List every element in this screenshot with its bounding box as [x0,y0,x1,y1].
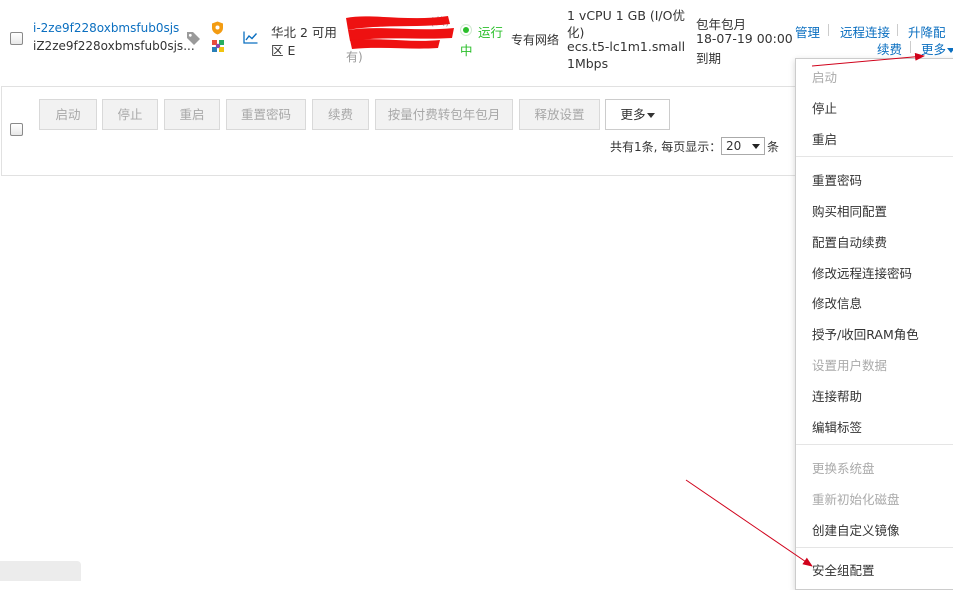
menu-item-edit-tags[interactable]: 编辑标签 [812,417,862,436]
menu-item-reset-password[interactable]: 重置密码 [812,170,862,189]
monitoring-chart-icon[interactable] [243,31,258,44]
more-actions-menu: 启动 停止 重启 重置密码 购买相同配置 配置自动续费 修改远程连接密码 修改信… [795,58,953,590]
menu-item-stop[interactable]: 停止 [812,98,837,117]
select-all-checkbox[interactable] [10,123,23,136]
menu-item-custom-image[interactable]: 创建自定义镜像 [812,520,900,539]
renew-link[interactable]: 续费 [877,39,902,58]
annotation-arrow-to-security-group [685,479,813,567]
menu-item-ram-role[interactable]: 授予/收回RAM角色 [812,324,919,343]
batch-release-button[interactable]: 释放设置 [519,99,600,130]
spec-line-3: ecs.t5-lc1m1.small [567,39,686,54]
menu-item-restart[interactable]: 重启 [812,129,837,148]
menu-item-user-data[interactable]: 设置用户数据 [812,355,887,374]
zone-text-1: 华北 2 可用 [271,25,337,40]
tag-icon[interactable] [186,31,201,46]
row-checkbox[interactable] [10,32,23,45]
spec-line-1: 1 vCPU 1 GB (I/O优 [567,8,685,23]
batch-stop-button[interactable]: 停止 [102,99,158,130]
menu-separator [796,156,953,157]
batch-reset-password-button[interactable]: 重置密码 [226,99,306,130]
batch-convert-billing-button[interactable]: 按量付费转包年包月 [375,99,513,130]
batch-more-button[interactable]: 更多 [605,99,670,130]
batch-more-label: 更多 [620,107,646,122]
manage-link[interactable]: 管理 [795,22,820,41]
page-size-select[interactable]: 20 [721,137,765,155]
page-size-value: 20 [726,139,742,153]
status-text-2: 中 [460,43,473,58]
batch-restart-button[interactable]: 重启 [164,99,220,130]
menu-separator [796,547,953,548]
security-shield-icon [212,21,223,35]
expire-date: 18-07-19 00:00 [696,31,793,46]
menu-item-connect-help[interactable]: 连接帮助 [812,386,862,405]
expire-label: 到期 [696,51,722,66]
menu-item-remote-password[interactable]: 修改远程连接密码 [812,263,912,282]
menu-item-reinit-disk[interactable]: 重新初始化磁盘 [812,489,900,508]
status-text-1: 运行 [478,25,504,40]
pagination-unit: 条 [767,140,780,154]
batch-renew-button[interactable]: 续费 [312,99,369,130]
menu-item-start[interactable]: 启动 [812,67,837,86]
instance-name: iZ2ze9f228oxbmsfub0sjs... [33,39,195,53]
chevron-down-icon [752,144,760,149]
chevron-down-icon [947,48,953,53]
panel-left-border [1,87,2,176]
network-type: 专有网络 [511,33,560,47]
menu-item-auto-renew[interactable]: 配置自动续费 [812,232,887,251]
status-running-dot [460,24,472,36]
action-divider [897,24,898,36]
menu-item-modify-info[interactable]: 修改信息 [812,293,862,312]
instance-id-link[interactable]: i-2ze9f228oxbmsfub0sjs [33,21,179,35]
menu-item-security-group[interactable]: 安全组配置 [812,560,875,579]
more-link-label: 更多 [921,42,947,57]
redaction-mark [346,16,454,49]
zone-text-2: 区 E [271,43,296,58]
menu-separator [796,444,953,445]
pagination-summary: 共有1条, 每页显示： [610,140,722,154]
menu-item-buy-same[interactable]: 购买相同配置 [812,201,887,220]
horizontal-scrollbar[interactable] [0,561,81,581]
more-dropdown-link[interactable]: 更多 [921,39,953,58]
chevron-down-icon [646,113,655,118]
batch-start-button[interactable]: 启动 [39,99,97,130]
spec-line-4: 1Mbps [567,56,609,71]
action-divider [828,24,829,36]
action-divider [910,41,911,53]
monitor-plugin-icon [212,40,224,52]
menu-item-replace-system-disk[interactable]: 更换系统盘 [812,458,875,477]
